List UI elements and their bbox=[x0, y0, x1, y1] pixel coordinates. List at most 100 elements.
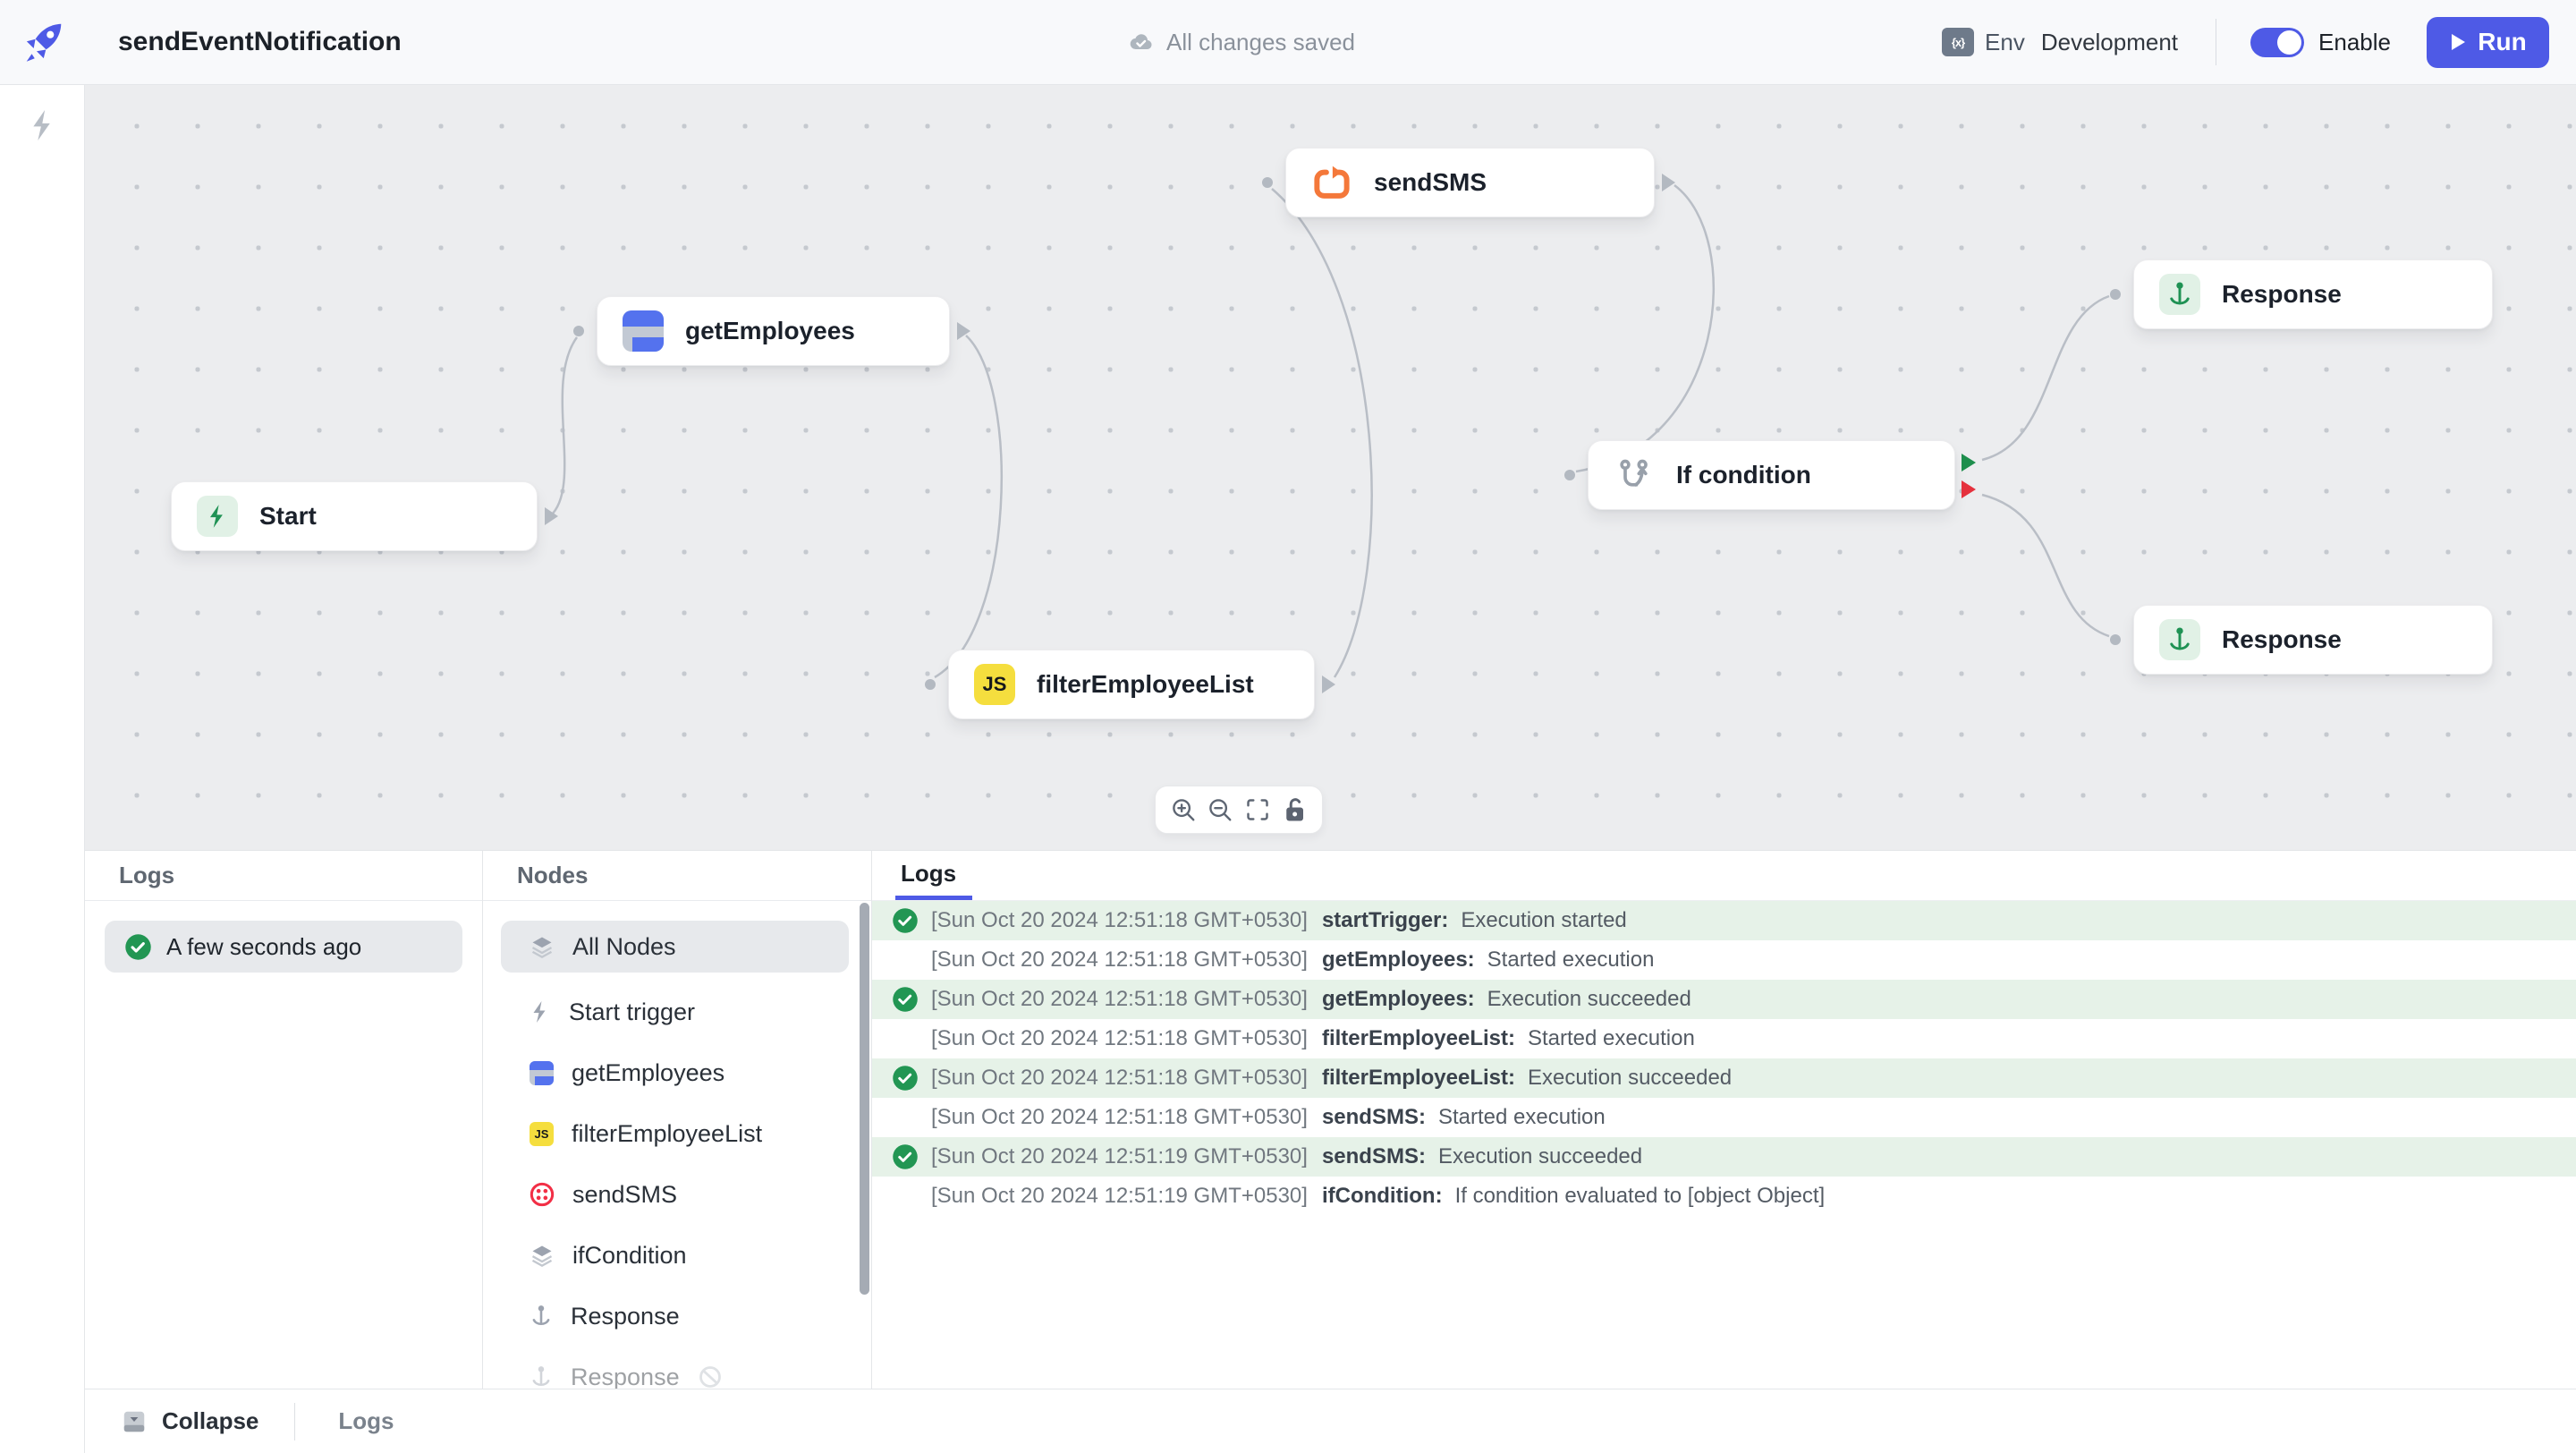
node-item-label: Start trigger bbox=[569, 998, 695, 1026]
true-output-port[interactable] bbox=[1962, 454, 1976, 472]
nodes-panel-header: Nodes bbox=[483, 851, 871, 901]
zoom-out-button[interactable] bbox=[1203, 793, 1237, 827]
edge-ifCondition-false-response bbox=[1982, 495, 2109, 636]
input-port[interactable] bbox=[1262, 177, 1273, 188]
env-label: Env bbox=[1985, 29, 2025, 56]
node-filter-startTrigger[interactable]: Start trigger bbox=[501, 981, 849, 1042]
enable-label: Enable bbox=[2318, 29, 2391, 56]
response-pin-icon bbox=[530, 1304, 553, 1329]
output-port[interactable] bbox=[1322, 676, 1335, 693]
log-row: [Sun Oct 20 2024 12:51:18 GMT+0530] filt… bbox=[872, 1019, 2576, 1058]
log-timestamp: [Sun Oct 20 2024 12:51:19 GMT+0530] bbox=[931, 1184, 1308, 1209]
response-pin-icon bbox=[530, 1364, 553, 1389]
nodes-panel-scrollbar[interactable] bbox=[860, 903, 869, 1295]
log-message: Started execution bbox=[1487, 947, 1655, 973]
zoom-in-button[interactable] bbox=[1166, 793, 1200, 827]
node-item-label: filterEmployeeList bbox=[572, 1120, 762, 1148]
edge-ifCondition-true-response bbox=[1982, 296, 2109, 460]
cloud-check-icon bbox=[1125, 31, 1154, 53]
logs-tab-row: Logs bbox=[872, 851, 2576, 901]
left-rail bbox=[0, 0, 85, 1453]
node-getEmployees[interactable]: getEmployees bbox=[597, 296, 950, 366]
lightning-icon bbox=[197, 496, 238, 537]
node-item-label: All Nodes bbox=[572, 933, 676, 961]
js-icon: JS bbox=[530, 1122, 554, 1146]
bottom-bar: Collapse Logs bbox=[85, 1389, 2576, 1453]
top-bar: sendEventNotification All changes saved … bbox=[85, 0, 2576, 85]
input-port[interactable] bbox=[925, 679, 936, 690]
node-item-label: ifCondition bbox=[572, 1242, 687, 1270]
save-status: All changes saved bbox=[1125, 29, 1355, 56]
log-node-name: getEmployees: bbox=[1322, 987, 1475, 1012]
workflow-title[interactable]: sendEventNotification bbox=[118, 27, 402, 57]
output-port[interactable] bbox=[1662, 174, 1675, 191]
log-row: [Sun Oct 20 2024 12:51:18 GMT+0530] getE… bbox=[872, 980, 2576, 1019]
run-button[interactable]: Run bbox=[2427, 17, 2549, 68]
log-timestamp: [Sun Oct 20 2024 12:51:18 GMT+0530] bbox=[931, 908, 1308, 933]
log-message: Execution succeeded bbox=[1438, 1144, 1642, 1169]
save-status-text: All changes saved bbox=[1166, 29, 1355, 56]
log-row: [Sun Oct 20 2024 12:51:19 GMT+0530] send… bbox=[872, 1137, 2576, 1177]
log-row: [Sun Oct 20 2024 12:51:18 GMT+0530] getE… bbox=[872, 940, 2576, 980]
input-port[interactable] bbox=[2110, 634, 2121, 645]
log-node-name: filterEmployeeList: bbox=[1322, 1026, 1515, 1051]
node-item-label: getEmployees bbox=[572, 1059, 724, 1087]
nodes-panel: Nodes All Nodes Start trigger getEmploye… bbox=[483, 851, 872, 1389]
edge-sendSMS-ifCondition bbox=[1576, 185, 1714, 472]
output-port[interactable] bbox=[957, 322, 970, 340]
node-item-label: Response bbox=[571, 1364, 680, 1389]
canvas-zoom-toolbar bbox=[1155, 786, 1323, 834]
node-filter-sendSMS[interactable]: sendSMS bbox=[501, 1164, 849, 1225]
node-filter-getEmployees[interactable]: getEmployees bbox=[501, 1042, 849, 1103]
log-row: [Sun Oct 20 2024 12:51:18 GMT+0530] star… bbox=[872, 901, 2576, 940]
footer-logs-tab[interactable]: Logs bbox=[338, 1407, 394, 1435]
node-item-label: Response bbox=[571, 1303, 680, 1330]
input-port[interactable] bbox=[573, 326, 584, 336]
node-filter-all[interactable]: All Nodes bbox=[501, 921, 849, 973]
response-pin-icon bbox=[2159, 619, 2200, 660]
node-ifCondition[interactable]: If condition bbox=[1588, 440, 1955, 510]
collapse-panel-button[interactable]: Collapse bbox=[121, 1407, 258, 1435]
lock-canvas-button[interactable] bbox=[1277, 793, 1311, 827]
node-label: filterEmployeeList bbox=[1037, 670, 1254, 699]
node-sendSMS[interactable]: sendSMS bbox=[1285, 148, 1655, 217]
success-check-icon bbox=[892, 1065, 919, 1092]
log-row: [Sun Oct 20 2024 12:51:19 GMT+0530] ifCo… bbox=[872, 1177, 2576, 1216]
run-history-item[interactable]: A few seconds ago bbox=[105, 921, 462, 973]
node-response-true[interactable]: Response bbox=[2133, 259, 2493, 329]
enable-toggle[interactable] bbox=[2250, 28, 2304, 57]
log-message: Execution started bbox=[1461, 908, 1626, 933]
log-timestamp: [Sun Oct 20 2024 12:51:18 GMT+0530] bbox=[931, 1026, 1308, 1051]
false-output-port[interactable] bbox=[1962, 480, 1976, 498]
run-item-label: A few seconds ago bbox=[166, 933, 361, 961]
fit-view-button[interactable] bbox=[1241, 793, 1275, 827]
log-node-name: filterEmployeeList: bbox=[1322, 1066, 1515, 1091]
branch-icon bbox=[1614, 455, 1655, 496]
log-message: Started execution bbox=[1528, 1026, 1695, 1051]
input-port[interactable] bbox=[2110, 289, 2121, 300]
disabled-icon bbox=[698, 1364, 723, 1389]
input-port[interactable] bbox=[1564, 470, 1575, 480]
output-port[interactable] bbox=[545, 507, 558, 525]
workflow-canvas[interactable]: Start getEmployees sendSMS JS fi bbox=[85, 85, 2576, 850]
node-start[interactable]: Start bbox=[171, 481, 538, 551]
node-filter-ifCondition[interactable]: ifCondition bbox=[501, 1225, 849, 1286]
success-check-icon bbox=[892, 1143, 919, 1170]
logs-panel: Logs [Sun Oct 20 2024 12:51:18 GMT+0530]… bbox=[872, 851, 2576, 1389]
environment-selector[interactable]: {x} Env Development bbox=[1942, 28, 2178, 56]
log-timestamp: [Sun Oct 20 2024 12:51:18 GMT+0530] bbox=[931, 947, 1308, 973]
node-response-false[interactable]: Response bbox=[2133, 605, 2493, 675]
node-label: Response bbox=[2222, 625, 2342, 654]
log-node-name: sendSMS: bbox=[1322, 1105, 1426, 1130]
node-filter-response[interactable]: Response bbox=[501, 1286, 849, 1347]
success-check-icon bbox=[892, 986, 919, 1013]
node-filterEmployeeList[interactable]: JS filterEmployeeList bbox=[948, 650, 1315, 719]
collapse-label: Collapse bbox=[162, 1407, 258, 1435]
node-filter-filterEmployeeList[interactable]: JS filterEmployeeList bbox=[501, 1103, 849, 1164]
workflow-nav-icon[interactable] bbox=[28, 107, 58, 143]
app-logo bbox=[0, 0, 85, 85]
node-label: sendSMS bbox=[1374, 168, 1487, 197]
rocket-logo-icon bbox=[21, 20, 65, 64]
tab-logs[interactable]: Logs bbox=[897, 860, 960, 900]
database-table-icon bbox=[530, 1061, 554, 1085]
